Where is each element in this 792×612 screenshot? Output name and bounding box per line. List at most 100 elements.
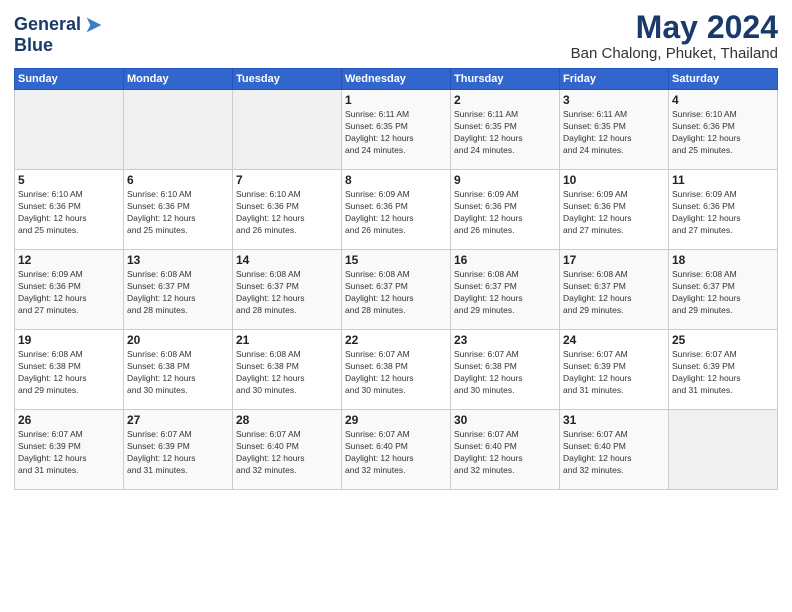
page-title: May 2024 xyxy=(571,10,778,45)
day-number: 5 xyxy=(18,173,120,187)
day-info: Sunrise: 6:09 AM Sunset: 6:36 PM Dayligh… xyxy=(454,189,556,237)
day-info: Sunrise: 6:07 AM Sunset: 6:40 PM Dayligh… xyxy=(563,429,665,477)
day-number: 26 xyxy=(18,413,120,427)
calendar-cell: 14 Sunrise: 6:08 AM Sunset: 6:37 PM Dayli… xyxy=(233,250,342,330)
calendar-week-5: 26 Sunrise: 6:07 AM Sunset: 6:39 PM Dayli… xyxy=(15,410,778,490)
page: General Blue May 2024 Ban Chalong, Phuke… xyxy=(0,0,792,612)
day-number: 2 xyxy=(454,93,556,107)
calendar-cell: 6 Sunrise: 6:10 AM Sunset: 6:36 PM Daylig… xyxy=(124,170,233,250)
day-info: Sunrise: 6:08 AM Sunset: 6:37 PM Dayligh… xyxy=(454,269,556,317)
day-info: Sunrise: 6:09 AM Sunset: 6:36 PM Dayligh… xyxy=(672,189,774,237)
day-number: 29 xyxy=(345,413,447,427)
calendar-cell: 4 Sunrise: 6:10 AM Sunset: 6:36 PM Daylig… xyxy=(669,90,778,170)
day-number: 1 xyxy=(345,93,447,107)
calendar-cell: 28Sunrise: 6:07 AM Sunset: 6:40 PM Dayli… xyxy=(233,410,342,490)
col-saturday: Saturday xyxy=(669,69,778,90)
day-info: Sunrise: 6:11 AM Sunset: 6:35 PM Dayligh… xyxy=(563,109,665,157)
calendar-cell: 23 Sunrise: 6:07 AM Sunset: 6:38 PM Dayli… xyxy=(451,330,560,410)
calendar-cell: 24 Sunrise: 6:07 AM Sunset: 6:39 PM Dayli… xyxy=(560,330,669,410)
calendar-cell: 5 Sunrise: 6:10 AM Sunset: 6:36 PM Daylig… xyxy=(15,170,124,250)
day-info: Sunrise: 6:09 AM Sunset: 6:36 PM Dayligh… xyxy=(345,189,447,237)
col-monday: Monday xyxy=(124,69,233,90)
calendar-cell: 31 Sunrise: 6:07 AM Sunset: 6:40 PM Dayli… xyxy=(560,410,669,490)
calendar-cell: 9 Sunrise: 6:09 AM Sunset: 6:36 PM Daylig… xyxy=(451,170,560,250)
header-row: Sunday Monday Tuesday Wednesday Thursday… xyxy=(15,69,778,90)
calendar-cell xyxy=(124,90,233,170)
day-number: 23 xyxy=(454,333,556,347)
day-number: 10 xyxy=(563,173,665,187)
day-number: 16 xyxy=(454,253,556,267)
day-info: Sunrise: 6:11 AM Sunset: 6:35 PM Dayligh… xyxy=(454,109,556,157)
day-info: Sunrise: 6:08 AM Sunset: 6:38 PM Dayligh… xyxy=(236,349,338,397)
calendar-week-3: 12Sunrise: 6:09 AM Sunset: 6:36 PM Dayli… xyxy=(15,250,778,330)
col-thursday: Thursday xyxy=(451,69,560,90)
day-number: 21 xyxy=(236,333,338,347)
day-info: Sunrise: 6:07 AM Sunset: 6:39 PM Dayligh… xyxy=(672,349,774,397)
col-friday: Friday xyxy=(560,69,669,90)
day-number: 28 xyxy=(236,413,338,427)
day-number: 14 xyxy=(236,253,338,267)
calendar-cell: 30Sunrise: 6:07 AM Sunset: 6:40 PM Dayli… xyxy=(451,410,560,490)
header: General Blue May 2024 Ban Chalong, Phuke… xyxy=(14,10,778,62)
day-number: 4 xyxy=(672,93,774,107)
day-info: Sunrise: 6:07 AM Sunset: 6:40 PM Dayligh… xyxy=(454,429,556,477)
calendar-cell: 11Sunrise: 6:09 AM Sunset: 6:36 PM Dayli… xyxy=(669,170,778,250)
day-info: Sunrise: 6:07 AM Sunset: 6:39 PM Dayligh… xyxy=(563,349,665,397)
calendar-cell: 22Sunrise: 6:07 AM Sunset: 6:38 PM Dayli… xyxy=(342,330,451,410)
calendar-cell: 21 Sunrise: 6:08 AM Sunset: 6:38 PM Dayli… xyxy=(233,330,342,410)
day-info: Sunrise: 6:10 AM Sunset: 6:36 PM Dayligh… xyxy=(127,189,229,237)
day-number: 3 xyxy=(563,93,665,107)
logo: General Blue xyxy=(14,14,105,56)
day-info: Sunrise: 6:07 AM Sunset: 6:39 PM Dayligh… xyxy=(127,429,229,477)
day-number: 31 xyxy=(563,413,665,427)
day-number: 22 xyxy=(345,333,447,347)
logo-text-general: General xyxy=(14,15,81,35)
logo-text-blue: Blue xyxy=(14,35,53,55)
calendar-cell: 18 Sunrise: 6:08 AM Sunset: 6:37 PM Dayli… xyxy=(669,250,778,330)
calendar-cell: 12Sunrise: 6:09 AM Sunset: 6:36 PM Dayli… xyxy=(15,250,124,330)
day-number: 9 xyxy=(454,173,556,187)
day-number: 17 xyxy=(563,253,665,267)
day-number: 24 xyxy=(563,333,665,347)
day-info: Sunrise: 6:09 AM Sunset: 6:36 PM Dayligh… xyxy=(18,269,120,317)
day-number: 20 xyxy=(127,333,229,347)
day-info: Sunrise: 6:07 AM Sunset: 6:38 PM Dayligh… xyxy=(454,349,556,397)
calendar-body: 1 Sunrise: 6:11 AM Sunset: 6:35 PM Daylig… xyxy=(15,90,778,490)
calendar-cell: 7Sunrise: 6:10 AM Sunset: 6:36 PM Daylig… xyxy=(233,170,342,250)
day-number: 18 xyxy=(672,253,774,267)
col-sunday: Sunday xyxy=(15,69,124,90)
day-info: Sunrise: 6:08 AM Sunset: 6:37 PM Dayligh… xyxy=(345,269,447,317)
calendar-cell xyxy=(15,90,124,170)
col-wednesday: Wednesday xyxy=(342,69,451,90)
calendar-table: Sunday Monday Tuesday Wednesday Thursday… xyxy=(14,68,778,490)
day-info: Sunrise: 6:08 AM Sunset: 6:37 PM Dayligh… xyxy=(672,269,774,317)
calendar-week-2: 5 Sunrise: 6:10 AM Sunset: 6:36 PM Daylig… xyxy=(15,170,778,250)
col-tuesday: Tuesday xyxy=(233,69,342,90)
calendar-cell: 29Sunrise: 6:07 AM Sunset: 6:40 PM Dayli… xyxy=(342,410,451,490)
day-number: 19 xyxy=(18,333,120,347)
calendar-cell: 25 Sunrise: 6:07 AM Sunset: 6:39 PM Dayli… xyxy=(669,330,778,410)
day-number: 15 xyxy=(345,253,447,267)
day-info: Sunrise: 6:08 AM Sunset: 6:37 PM Dayligh… xyxy=(236,269,338,317)
calendar-cell: 20Sunrise: 6:08 AM Sunset: 6:38 PM Dayli… xyxy=(124,330,233,410)
calendar-cell: 2 Sunrise: 6:11 AM Sunset: 6:35 PM Daylig… xyxy=(451,90,560,170)
calendar-cell: 26 Sunrise: 6:07 AM Sunset: 6:39 PM Dayli… xyxy=(15,410,124,490)
day-info: Sunrise: 6:10 AM Sunset: 6:36 PM Dayligh… xyxy=(672,109,774,157)
day-number: 8 xyxy=(345,173,447,187)
day-info: Sunrise: 6:08 AM Sunset: 6:38 PM Dayligh… xyxy=(18,349,120,397)
calendar-cell: 19 Sunrise: 6:08 AM Sunset: 6:38 PM Dayli… xyxy=(15,330,124,410)
day-info: Sunrise: 6:07 AM Sunset: 6:39 PM Dayligh… xyxy=(18,429,120,477)
calendar-week-4: 19 Sunrise: 6:08 AM Sunset: 6:38 PM Dayli… xyxy=(15,330,778,410)
calendar-cell xyxy=(233,90,342,170)
calendar-cell xyxy=(669,410,778,490)
day-info: Sunrise: 6:11 AM Sunset: 6:35 PM Dayligh… xyxy=(345,109,447,157)
day-info: Sunrise: 6:08 AM Sunset: 6:37 PM Dayligh… xyxy=(563,269,665,317)
logo-arrow-icon xyxy=(83,14,105,36)
day-info: Sunrise: 6:10 AM Sunset: 6:36 PM Dayligh… xyxy=(18,189,120,237)
day-number: 6 xyxy=(127,173,229,187)
day-number: 25 xyxy=(672,333,774,347)
calendar-cell: 10Sunrise: 6:09 AM Sunset: 6:36 PM Dayli… xyxy=(560,170,669,250)
calendar-cell: 15 Sunrise: 6:08 AM Sunset: 6:37 PM Dayli… xyxy=(342,250,451,330)
calendar-cell: 1 Sunrise: 6:11 AM Sunset: 6:35 PM Daylig… xyxy=(342,90,451,170)
title-block: May 2024 Ban Chalong, Phuket, Thailand xyxy=(571,10,778,62)
